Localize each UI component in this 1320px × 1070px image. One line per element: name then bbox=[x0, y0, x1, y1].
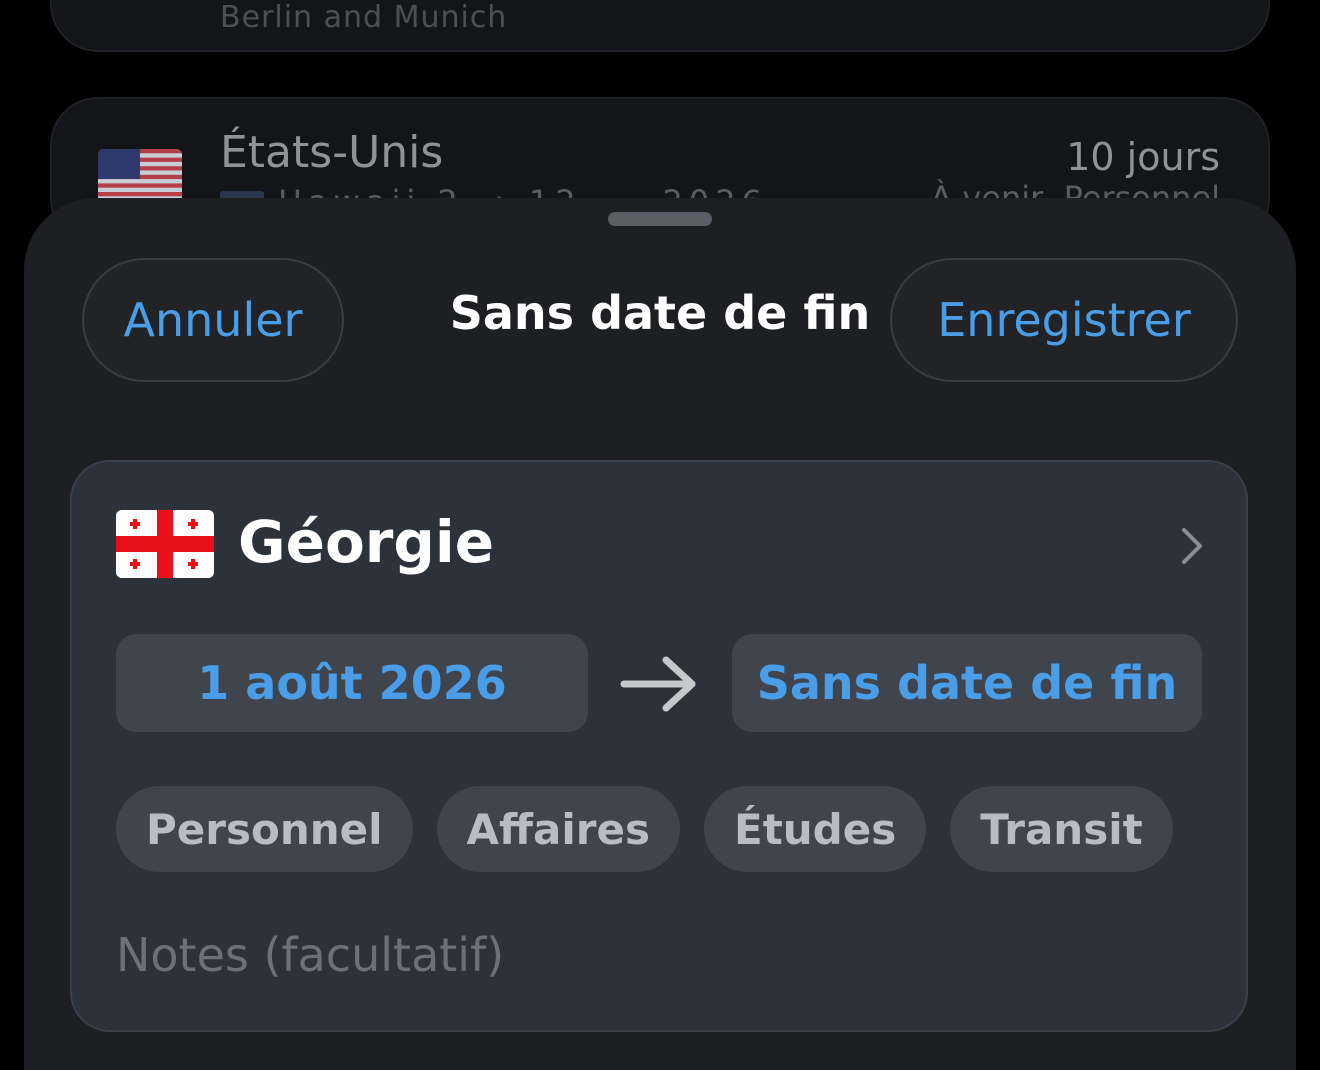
arrow-right-icon bbox=[620, 654, 700, 714]
trip-title: États-Unis bbox=[220, 127, 444, 178]
tag-etudes[interactable]: Études bbox=[704, 786, 927, 872]
save-button[interactable]: Enregistrer bbox=[890, 258, 1238, 382]
sheet-title: Sans date de fin bbox=[449, 286, 871, 340]
start-date-button[interactable]: 1 août 2026 bbox=[116, 634, 588, 732]
country-name[interactable]: Géorgie bbox=[238, 508, 494, 576]
trip-subtitle: Berlin and Munich bbox=[220, 0, 508, 35]
tag-affaires[interactable]: Affaires bbox=[436, 786, 680, 872]
trip-edit-card: Géorgie 1 août 2026 Sans date de fin Per… bbox=[70, 460, 1248, 1032]
tag-personnel[interactable]: Personnel bbox=[116, 786, 413, 872]
chevron-right-icon[interactable] bbox=[1174, 526, 1210, 566]
end-date-button[interactable]: Sans date de fin bbox=[732, 634, 1202, 732]
screen: Berlin and Munich États-Unis 10 jours À … bbox=[0, 0, 1320, 1070]
trip-type-tags: Personnel Affaires Études Transit bbox=[116, 786, 1173, 872]
edit-trip-sheet: Annuler Sans date de fin Enregistrer Géo… bbox=[24, 198, 1296, 1070]
us-flag-icon bbox=[98, 149, 182, 205]
trip-list-card-berlin[interactable]: Berlin and Munich bbox=[50, 0, 1270, 52]
tag-transit[interactable]: Transit bbox=[950, 786, 1173, 872]
cancel-button[interactable]: Annuler bbox=[82, 258, 344, 382]
trip-duration: 10 jours bbox=[1066, 135, 1220, 179]
sheet-grabber[interactable] bbox=[608, 212, 712, 226]
georgia-flag-icon bbox=[116, 510, 214, 578]
notes-input[interactable]: Notes (facultatif) bbox=[116, 928, 504, 982]
